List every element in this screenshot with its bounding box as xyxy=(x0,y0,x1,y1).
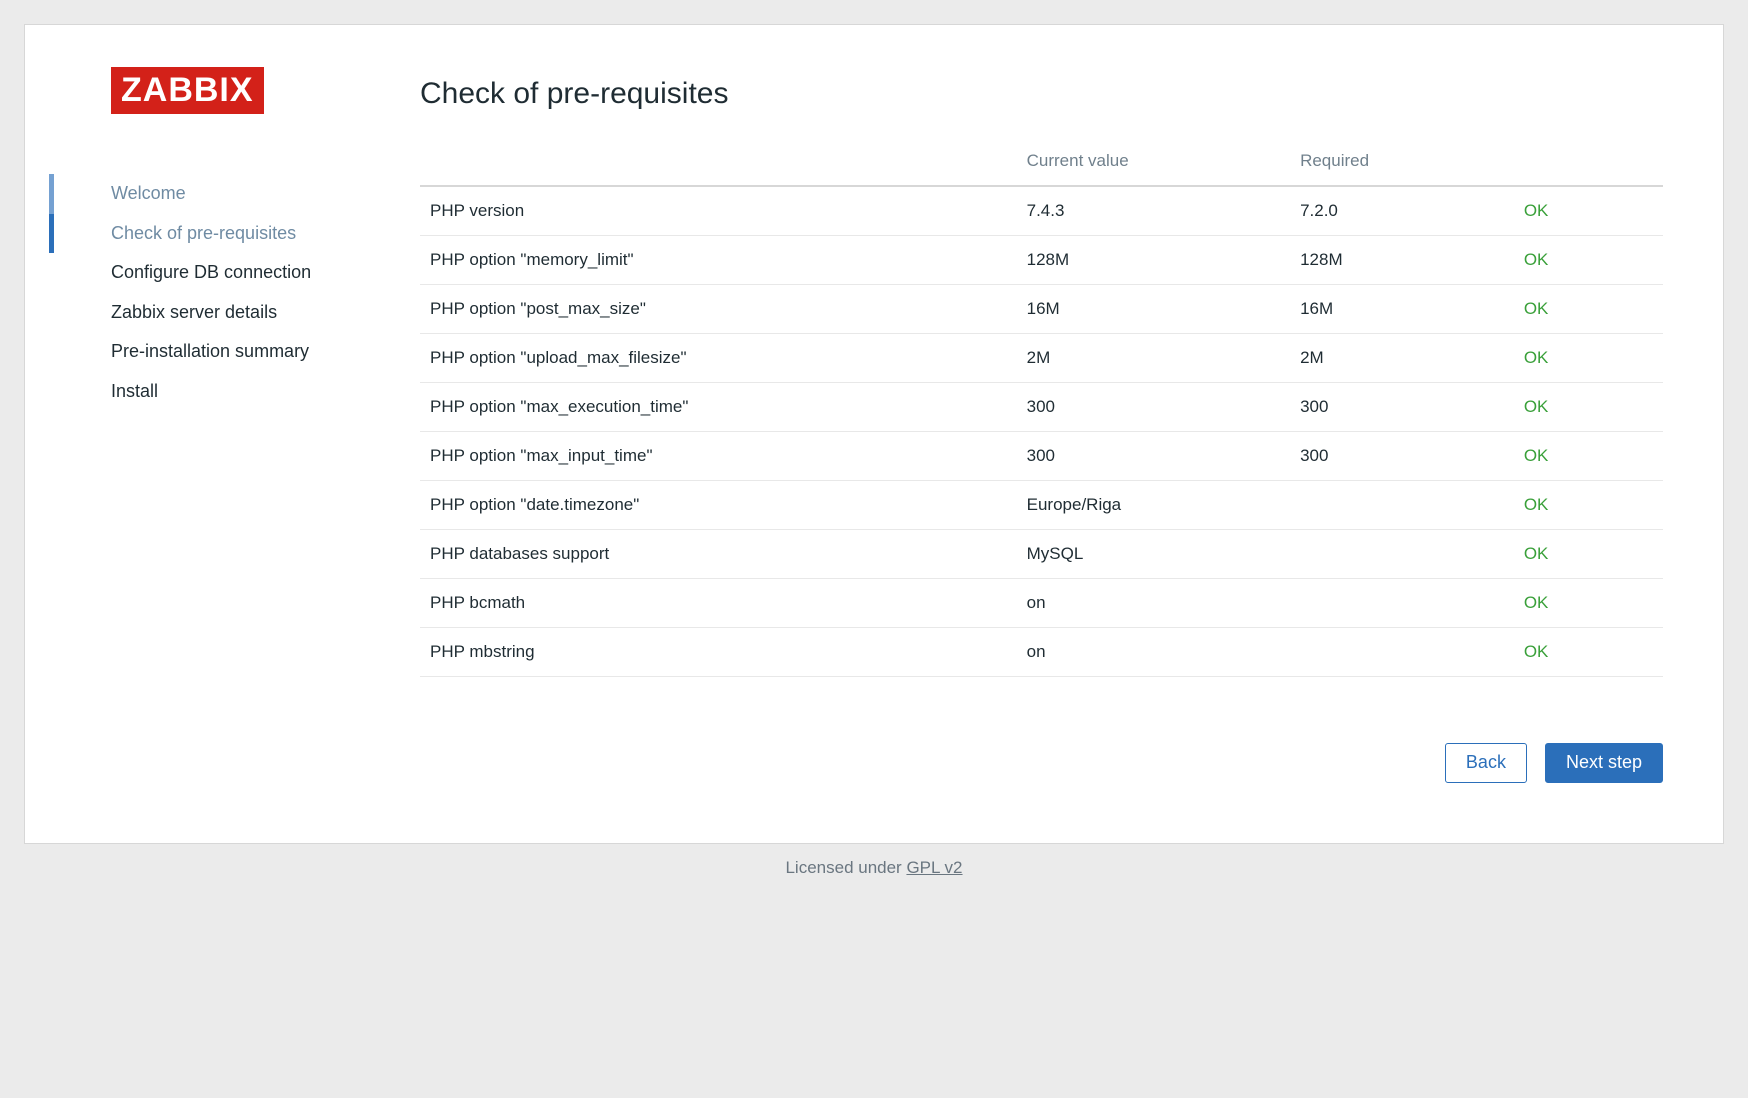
requisite-required: 300 xyxy=(1290,383,1514,432)
step-item[interactable]: Check of pre-requisites xyxy=(111,214,390,254)
step-item[interactable]: Configure DB connection xyxy=(111,253,390,293)
requisite-name: PHP option "date.timezone" xyxy=(420,481,1017,530)
requisite-current: 128M xyxy=(1017,236,1290,285)
requisite-required: 16M xyxy=(1290,285,1514,334)
requisite-required xyxy=(1290,530,1514,579)
requisite-current: 2M xyxy=(1017,334,1290,383)
requisite-status: OK xyxy=(1514,628,1663,677)
step-item[interactable]: Welcome xyxy=(111,174,390,214)
table-row: PHP option "max_execution_time"300300OK xyxy=(420,383,1663,432)
col-header-name xyxy=(420,141,1017,186)
requisite-required xyxy=(1290,481,1514,530)
requisite-required: 7.2.0 xyxy=(1290,186,1514,236)
col-header-status xyxy=(1514,141,1663,186)
license-text: Licensed under GPL v2 xyxy=(24,844,1724,878)
requisite-required xyxy=(1290,579,1514,628)
license-prefix: Licensed under xyxy=(785,858,906,877)
requisite-status: OK xyxy=(1514,334,1663,383)
table-row: PHP option "post_max_size"16M16MOK xyxy=(420,285,1663,334)
requisite-required: 300 xyxy=(1290,432,1514,481)
requisite-status: OK xyxy=(1514,285,1663,334)
table-row: PHP mbstringon OK xyxy=(420,628,1663,677)
requisite-status: OK xyxy=(1514,530,1663,579)
back-button[interactable]: Back xyxy=(1445,743,1527,783)
requisite-name: PHP mbstring xyxy=(420,628,1017,677)
table-row: PHP version7.4.37.2.0OK xyxy=(420,186,1663,236)
requisite-status: OK xyxy=(1514,481,1663,530)
table-row: PHP option "max_input_time"300300OK xyxy=(420,432,1663,481)
requisite-current: 300 xyxy=(1017,383,1290,432)
sidebar: ZABBIX WelcomeCheck of pre-requisitesCon… xyxy=(55,67,390,783)
requisite-current: 16M xyxy=(1017,285,1290,334)
step-item[interactable]: Pre-installation summary xyxy=(111,332,390,372)
table-row: PHP option "upload_max_filesize"2M2MOK xyxy=(420,334,1663,383)
requisite-status: OK xyxy=(1514,432,1663,481)
col-header-required: Required xyxy=(1290,141,1514,186)
requisite-name: PHP databases support xyxy=(420,530,1017,579)
step-item[interactable]: Install xyxy=(111,372,390,412)
requisite-name: PHP option "memory_limit" xyxy=(420,236,1017,285)
requisites-table-wrap: Current value Required PHP version7.4.37… xyxy=(420,141,1663,686)
requisite-name: PHP version xyxy=(420,186,1017,236)
requisite-name: PHP option "max_execution_time" xyxy=(420,383,1017,432)
requisite-status: OK xyxy=(1514,236,1663,285)
zabbix-logo: ZABBIX xyxy=(111,67,264,114)
requisite-name: PHP option "upload_max_filesize" xyxy=(420,334,1017,383)
main: Check of pre-requisites Current value Re… xyxy=(390,67,1663,783)
requisite-required xyxy=(1290,628,1514,677)
setup-card: ZABBIX WelcomeCheck of pre-requisitesCon… xyxy=(24,24,1724,844)
requisites-table-scroll[interactable]: Current value Required PHP version7.4.37… xyxy=(420,141,1663,686)
requisite-current: MySQL xyxy=(1017,530,1290,579)
step-item[interactable]: Zabbix server details xyxy=(111,293,390,333)
table-row: PHP databases supportMySQL OK xyxy=(420,530,1663,579)
requisite-current: 7.4.3 xyxy=(1017,186,1290,236)
table-row: PHP option "date.timezone"Europe/Riga OK xyxy=(420,481,1663,530)
requisite-status: OK xyxy=(1514,579,1663,628)
requisite-current: 300 xyxy=(1017,432,1290,481)
requisite-current: on xyxy=(1017,579,1290,628)
requisite-status: OK xyxy=(1514,383,1663,432)
requisite-required: 2M xyxy=(1290,334,1514,383)
requisite-status: OK xyxy=(1514,186,1663,236)
requisites-table: Current value Required PHP version7.4.37… xyxy=(420,141,1663,677)
next-step-button[interactable]: Next step xyxy=(1545,743,1663,783)
steps-list: WelcomeCheck of pre-requisitesConfigure … xyxy=(111,174,390,412)
requisite-current: on xyxy=(1017,628,1290,677)
footer-buttons: Back Next step xyxy=(420,699,1663,783)
page-title: Check of pre-requisites xyxy=(420,77,1663,111)
requisite-name: PHP option "max_input_time" xyxy=(420,432,1017,481)
col-header-current: Current value xyxy=(1017,141,1290,186)
table-row: PHP bcmathon OK xyxy=(420,579,1663,628)
requisite-current: Europe/Riga xyxy=(1017,481,1290,530)
requisite-name: PHP bcmath xyxy=(420,579,1017,628)
table-row: PHP option "memory_limit"128M128MOK xyxy=(420,236,1663,285)
requisite-name: PHP option "post_max_size" xyxy=(420,285,1017,334)
license-link[interactable]: GPL v2 xyxy=(906,858,962,877)
requisite-required: 128M xyxy=(1290,236,1514,285)
